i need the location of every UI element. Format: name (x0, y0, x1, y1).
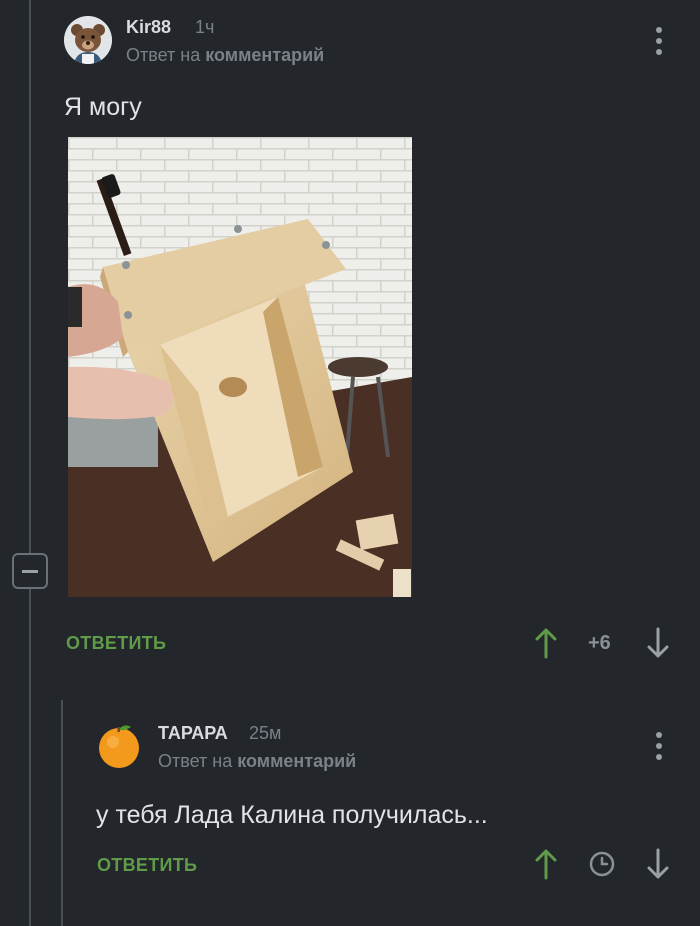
reply-prefix: Ответ на (158, 751, 233, 771)
reply-button[interactable]: ОТВЕТИТЬ (66, 633, 166, 654)
arrow-up-icon[interactable] (534, 627, 558, 659)
thread-line-outer-lower (29, 589, 31, 926)
reply-target-link[interactable]: комментарий (237, 751, 356, 771)
orange-icon (99, 725, 139, 768)
comment-author[interactable]: ТАРАРА (158, 723, 228, 744)
arrow-down-icon[interactable] (646, 848, 670, 880)
reply-prefix: Ответ на (126, 45, 201, 65)
clock-icon (589, 851, 615, 877)
thread-line-inner (61, 700, 63, 926)
wooden-box-photo (68, 137, 412, 597)
comment-author[interactable]: Kir88 (126, 17, 171, 38)
comment-time: 1ч (195, 17, 215, 37)
reply-to-line: Ответ на комментарий (158, 751, 356, 772)
bear-icon (64, 16, 112, 64)
comment-image[interactable] (68, 137, 412, 597)
rating-value: +6 (588, 632, 611, 654)
reply-button[interactable]: ОТВЕТИТЬ (97, 855, 197, 876)
thread-line-outer (29, 0, 31, 553)
arrow-up-icon[interactable] (534, 848, 558, 880)
collapse-thread-button[interactable] (12, 553, 48, 589)
comment-text: у тебя Лада Калина получилась... (96, 801, 488, 829)
reply-target-link[interactable]: комментарий (205, 45, 324, 65)
more-vertical-icon[interactable] (655, 732, 663, 765)
more-vertical-icon[interactable] (655, 27, 663, 60)
avatar[interactable] (95, 721, 143, 769)
comment-time: 25м (249, 723, 282, 743)
avatar[interactable] (64, 16, 112, 64)
arrow-down-icon[interactable] (646, 627, 670, 659)
reply-to-line: Ответ на комментарий (126, 45, 324, 66)
comment-text: Я могу (64, 93, 142, 121)
